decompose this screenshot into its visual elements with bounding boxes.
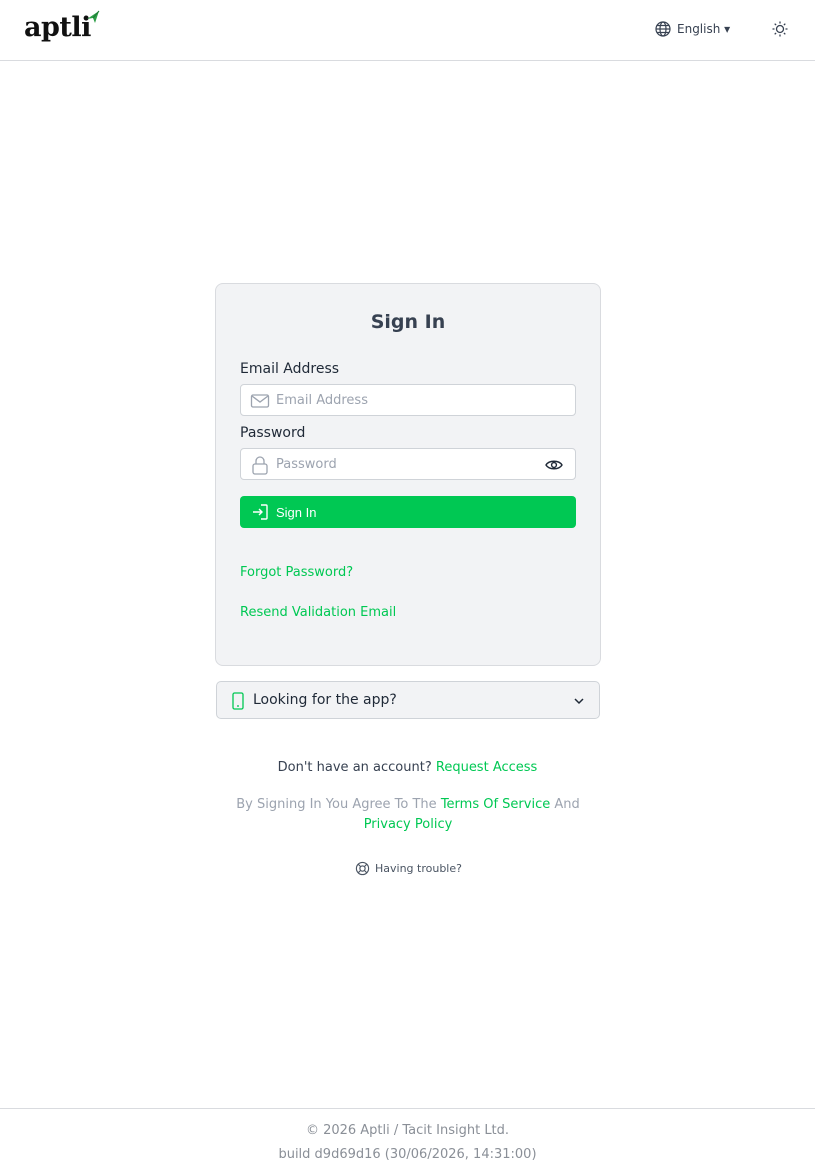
email-field-wrapper: [240, 384, 576, 416]
password-field-wrapper: [240, 448, 576, 480]
eye-icon[interactable]: [545, 457, 563, 473]
email-field[interactable]: [276, 385, 536, 415]
sun-icon[interactable]: [771, 20, 789, 38]
envelope-icon: [250, 394, 270, 408]
privacy-policy-link[interactable]: Privacy Policy: [364, 817, 453, 832]
sign-in-card: Sign In Email Address Password Sign In F…: [215, 283, 601, 666]
having-trouble-label: Having trouble?: [375, 862, 462, 875]
having-trouble-link[interactable]: Having trouble?: [355, 861, 462, 876]
language-label: English ▾: [677, 22, 731, 36]
app-accordion-label: Looking for the app?: [253, 692, 397, 708]
lifebuoy-icon: [355, 861, 370, 876]
language-selector[interactable]: English ▾: [655, 19, 730, 39]
app-accordion[interactable]: Looking for the app?: [216, 681, 600, 719]
sign-in-button[interactable]: Sign In: [240, 496, 576, 528]
email-label: Email Address: [240, 361, 340, 377]
agreement-text: By Signing In You Agree To The Terms Of …: [215, 795, 601, 835]
request-access-link[interactable]: Request Access: [436, 760, 537, 775]
logo-arrow-icon: [87, 10, 100, 23]
forgot-password-link[interactable]: Forgot Password?: [240, 565, 353, 580]
copyright-text: © 2026 Aptli / Tacit Insight Ltd.: [305, 1123, 510, 1138]
sign-in-title: Sign In: [370, 311, 446, 333]
password-field[interactable]: [276, 449, 536, 479]
logo-text: aptli: [24, 12, 91, 43]
top-bar: aptli English ▾: [0, 0, 815, 61]
sign-in-icon: [253, 504, 268, 520]
aptli-logo[interactable]: aptli: [24, 10, 104, 50]
account-prompt: Don't have an account? Request Access: [0, 760, 815, 775]
password-label: Password: [240, 425, 306, 441]
sign-in-button-label: Sign In: [276, 504, 317, 520]
phone-icon: [232, 692, 244, 710]
agreement-prefix: By Signing In You Agree To The: [236, 797, 437, 812]
build-info: build d9d69d16 (30/06/2026, 14:31:00): [278, 1147, 537, 1162]
terms-of-service-link[interactable]: Terms Of Service: [441, 797, 550, 812]
chevron-down-icon: [574, 698, 584, 705]
resend-validation-link[interactable]: Resend Validation Email: [240, 605, 396, 620]
agreement-and: And: [554, 797, 580, 812]
footer: © 2026 Aptli / Tacit Insight Ltd. build …: [0, 1108, 815, 1174]
lock-icon: [252, 456, 268, 475]
account-text: Don't have an account?: [277, 760, 432, 775]
globe-icon: [655, 21, 671, 37]
